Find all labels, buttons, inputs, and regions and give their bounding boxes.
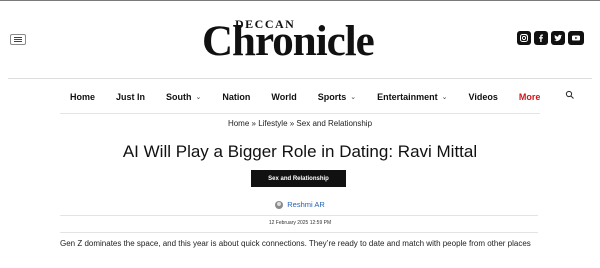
nav-divider xyxy=(60,113,540,114)
hamburger-menu-icon[interactable] xyxy=(10,34,26,45)
youtube-icon[interactable] xyxy=(568,31,584,45)
nav-item-sports[interactable]: Sports ⌄ xyxy=(318,92,356,102)
category-tag-button[interactable]: Sex and Relationship xyxy=(251,170,346,187)
breadcrumb[interactable]: Home » Lifestyle » Sex and Relationship xyxy=(0,119,600,128)
author-byline[interactable]: Reshmi AR xyxy=(0,200,600,209)
top-border xyxy=(0,0,600,1)
instagram-icon[interactable] xyxy=(517,31,531,45)
nav-item-entertainment[interactable]: Entertainment ⌄ xyxy=(377,92,447,102)
facebook-icon[interactable] xyxy=(534,31,548,45)
chevron-down-icon: ⌄ xyxy=(195,94,202,101)
logo-chronicle: Chronicle xyxy=(202,18,375,65)
article-summary: Gen Z dominates the space, and this year… xyxy=(60,239,531,248)
main-nav: Home Just In South ⌄ Nation World Sports ⌄… xyxy=(70,90,561,104)
publish-date: 12 February 2025 12:59 PM xyxy=(268,220,332,226)
twitter-icon[interactable] xyxy=(551,31,565,45)
nav-item-videos[interactable]: Videos xyxy=(469,92,498,102)
nav-item-just-in[interactable]: Just In xyxy=(116,92,145,102)
nav-item-nation[interactable]: Nation xyxy=(222,92,250,102)
chevron-down-icon: ⌄ xyxy=(350,94,357,101)
nav-item-more[interactable]: More xyxy=(519,92,541,102)
social-links xyxy=(517,31,584,45)
author-name[interactable]: Reshmi AR xyxy=(287,200,325,209)
search-icon[interactable] xyxy=(565,90,575,100)
site-logo[interactable]: DECCAN Chronicle xyxy=(200,14,390,64)
author-avatar xyxy=(275,200,284,209)
article-title: AI Will Play a Bigger Role in Dating: Ra… xyxy=(122,142,478,161)
nav-item-world[interactable]: World xyxy=(271,92,296,102)
header-divider xyxy=(8,78,592,79)
nav-item-south[interactable]: South ⌄ xyxy=(166,92,201,102)
date-divider xyxy=(60,232,538,233)
nav-item-home[interactable]: Home xyxy=(70,92,95,102)
byline-divider xyxy=(60,215,538,216)
chevron-down-icon: ⌄ xyxy=(441,94,448,101)
